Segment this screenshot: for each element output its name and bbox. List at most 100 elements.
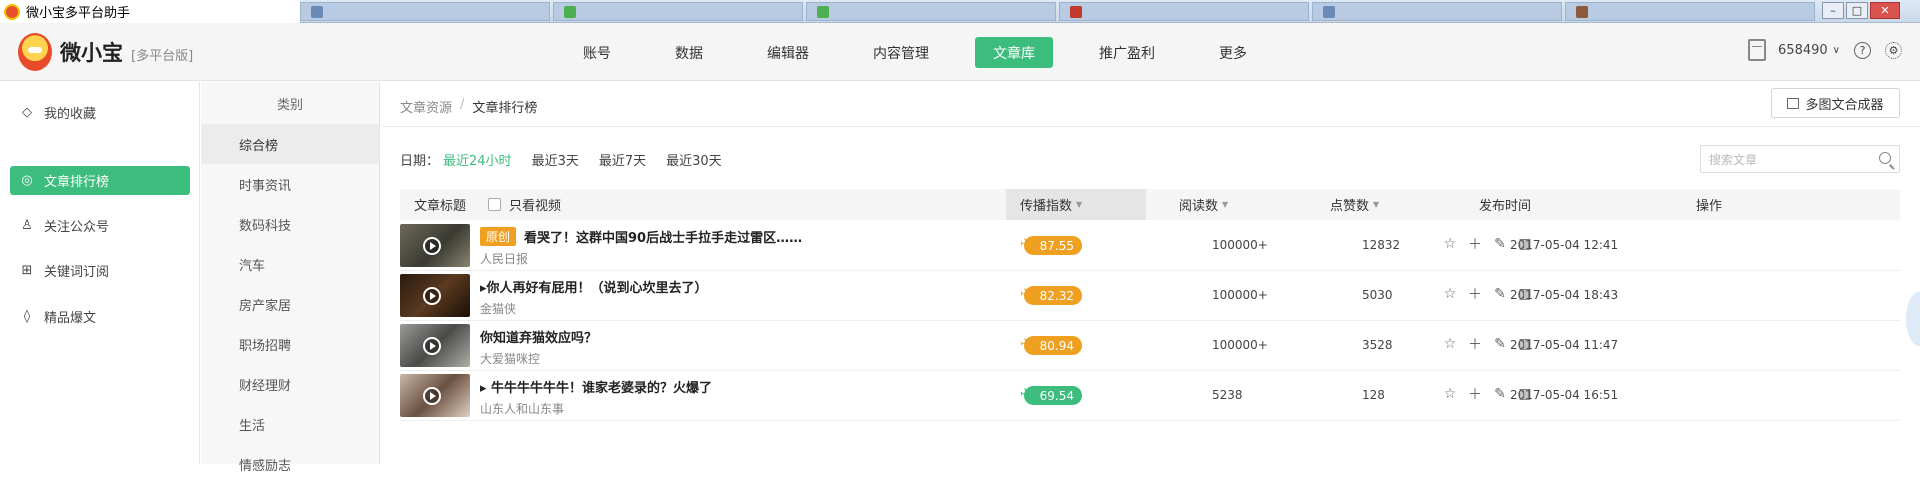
category-item[interactable]: 综合榜 [201, 124, 379, 164]
window-titlebar: 微小宝多平台助手 – □ ✕ [0, 0, 1920, 23]
sidebar-item-ranking[interactable]: ◎ 文章排行榜 [10, 166, 190, 195]
nav-data[interactable]: 数据 [657, 37, 721, 68]
sidebar-item-favorites[interactable]: ◇ 我的收藏 [10, 98, 190, 127]
article-account[interactable]: 大爱猫咪控 [480, 350, 540, 367]
category-item[interactable]: 职场招聘 [201, 324, 379, 364]
search-placeholder: 搜索文章 [1709, 152, 1758, 167]
plane-icon: ✈ [1020, 285, 1033, 303]
date-option-3d[interactable]: 最近3天 [532, 150, 579, 169]
article-account[interactable]: 人民日报 [480, 250, 528, 267]
search-icon[interactable] [1879, 152, 1891, 164]
add-icon[interactable]: ＋ [1467, 236, 1483, 253]
table-row[interactable]: ▸你人再好有屁用！（说到心坎里去了） 金猫侠 ✈ 82.32 100000+ 50… [400, 271, 1900, 321]
table-row[interactable]: ▸ 牛牛牛牛牛牛！谁家老婆录的？火爆了 山东人和山东事 ✈ 69.54 5238 … [400, 371, 1900, 421]
nav-account[interactable]: 账号 [565, 37, 629, 68]
edit-icon[interactable]: ✎ [1492, 336, 1508, 352]
mascot-icon [18, 33, 52, 71]
nav-library[interactable]: 文章库 [975, 37, 1053, 68]
stats-icon[interactable]: ▥ [1517, 286, 1533, 302]
divider [381, 126, 1920, 127]
nav-editor[interactable]: 编辑器 [749, 37, 827, 68]
date-option-24h[interactable]: 最近24小时 [443, 150, 512, 169]
table-row[interactable]: 原创 看哭了！这群中国90后战士手拉手走过雷区…… 人民日报 ✈ 87.55 10… [400, 221, 1900, 271]
subscribe-icon: ⊞ [21, 263, 33, 278]
edit-icon[interactable]: ✎ [1492, 236, 1508, 252]
date-option-7d[interactable]: 最近7天 [599, 150, 646, 169]
star-icon[interactable]: ☆ [1442, 236, 1458, 252]
col-reads[interactable]: 阅读数 ▼ [1179, 189, 1228, 220]
category-item[interactable]: 汽车 [201, 244, 379, 284]
account-id[interactable]: 658490 [1778, 43, 1828, 58]
star-icon[interactable]: ☆ [1442, 386, 1458, 402]
gear-icon[interactable]: ⚙ [1885, 41, 1902, 59]
category-item[interactable]: 生活 [201, 404, 379, 444]
stats-icon[interactable]: ▥ [1517, 236, 1533, 252]
nav-content[interactable]: 内容管理 [855, 37, 947, 68]
article-account[interactable]: 金猫侠 [480, 300, 516, 317]
taskbar-tab[interactable] [1059, 2, 1309, 21]
sidebar-item-label: 我的收藏 [44, 107, 97, 122]
edit-icon[interactable]: ✎ [1492, 286, 1508, 302]
breadcrumb-root[interactable]: 文章资源 [400, 97, 452, 116]
scroll-handle[interactable] [1906, 292, 1920, 346]
video-only-checkbox[interactable] [488, 198, 501, 211]
video-only-filter[interactable]: 只看视频 [488, 189, 561, 220]
sidebar-item-hot[interactable]: ◊ 精品爆文 [10, 302, 190, 331]
calendar-icon[interactable] [1748, 39, 1767, 61]
merge-articles-button[interactable]: 多图文合成器 [1771, 88, 1900, 118]
article-thumbnail[interactable] [400, 324, 470, 367]
article-title[interactable]: ▸你人再好有屁用！（说到心坎里去了） [480, 277, 708, 296]
stats-icon[interactable]: ▥ [1517, 336, 1533, 352]
stats-icon[interactable]: ▥ [1517, 386, 1533, 402]
article-account[interactable]: 山东人和山东事 [480, 400, 564, 417]
taskbar-tab[interactable] [1565, 2, 1815, 21]
category-item[interactable]: 情感励志 [201, 444, 379, 484]
category-item[interactable]: 财经理财 [201, 364, 379, 404]
add-icon[interactable]: ＋ [1467, 336, 1483, 353]
row-actions: ☆ ＋ ✎ ▥ [1442, 336, 1542, 353]
category-item[interactable]: 房产家居 [201, 284, 379, 324]
col-score[interactable]: 传播指数 ▼ [1006, 189, 1146, 220]
category-item[interactable]: 数码科技 [201, 204, 379, 244]
article-title[interactable]: 原创 看哭了！这群中国90后战士手拉手走过雷区…… [480, 227, 802, 246]
taskbar-tab[interactable] [1312, 2, 1562, 21]
date-option-30d[interactable]: 最近30天 [666, 150, 722, 169]
add-icon[interactable]: ＋ [1467, 286, 1483, 303]
star-icon[interactable]: ☆ [1442, 286, 1458, 302]
likes-value: 128 [1362, 388, 1385, 402]
add-icon[interactable]: ＋ [1467, 386, 1483, 403]
score-badge: ✈ 69.54 [1020, 385, 1082, 405]
sidebar-item-keywords[interactable]: ⊞ 关键词订阅 [10, 256, 190, 285]
score-value: 80.94 [1039, 338, 1074, 353]
minimize-icon[interactable]: – [1822, 2, 1844, 19]
article-thumbnail[interactable] [400, 374, 470, 417]
original-badge: 原创 [480, 227, 517, 246]
article-thumbnail[interactable] [400, 224, 470, 267]
plane-icon: ✈ [1020, 335, 1033, 353]
reads-value: 100000+ [1212, 288, 1268, 302]
table-header: 文章标题 只看视频 传播指数 ▼ 阅读数 ▼ 点赞数 ▼ 发布时间 操作 [400, 189, 1900, 220]
top-nav: 账号 数据 编辑器 内容管理 文章库 推广盈利 更多 [565, 37, 1293, 68]
chevron-down-icon[interactable]: ∨ [1833, 45, 1840, 56]
article-title[interactable]: 你知道弃猫效应吗？ [480, 327, 597, 346]
taskbar-tab[interactable] [553, 2, 803, 21]
col-date: 发布时间 [1479, 199, 1532, 214]
maximize-icon[interactable]: □ [1846, 2, 1868, 19]
close-icon[interactable]: ✕ [1870, 2, 1900, 19]
taskbar-tab[interactable] [300, 2, 550, 21]
nav-more[interactable]: 更多 [1201, 37, 1265, 68]
star-icon[interactable]: ☆ [1442, 336, 1458, 352]
category-item[interactable]: 时事资讯 [201, 164, 379, 204]
main-content: 文章资源 / 文章排行榜 多图文合成器 日期： 最近24小时 最近3天 最近7天… [381, 82, 1920, 464]
sort-caret-icon: ▼ [1076, 200, 1083, 209]
nav-promotion[interactable]: 推广盈利 [1081, 37, 1173, 68]
col-likes[interactable]: 点赞数 ▼ [1330, 189, 1379, 220]
sidebar-item-follow[interactable]: ♙ 关注公众号 [10, 211, 190, 240]
article-thumbnail[interactable] [400, 274, 470, 317]
article-title[interactable]: ▸ 牛牛牛牛牛牛！谁家老婆录的？火爆了 [480, 377, 712, 396]
help-icon[interactable]: ? [1854, 41, 1871, 59]
search-input[interactable]: 搜索文章 [1700, 145, 1900, 173]
taskbar-tab[interactable] [806, 2, 1056, 21]
edit-icon[interactable]: ✎ [1492, 386, 1508, 402]
table-row[interactable]: 你知道弃猫效应吗？ 大爱猫咪控 ✈ 80.94 100000+ 3528 2017… [400, 321, 1900, 371]
